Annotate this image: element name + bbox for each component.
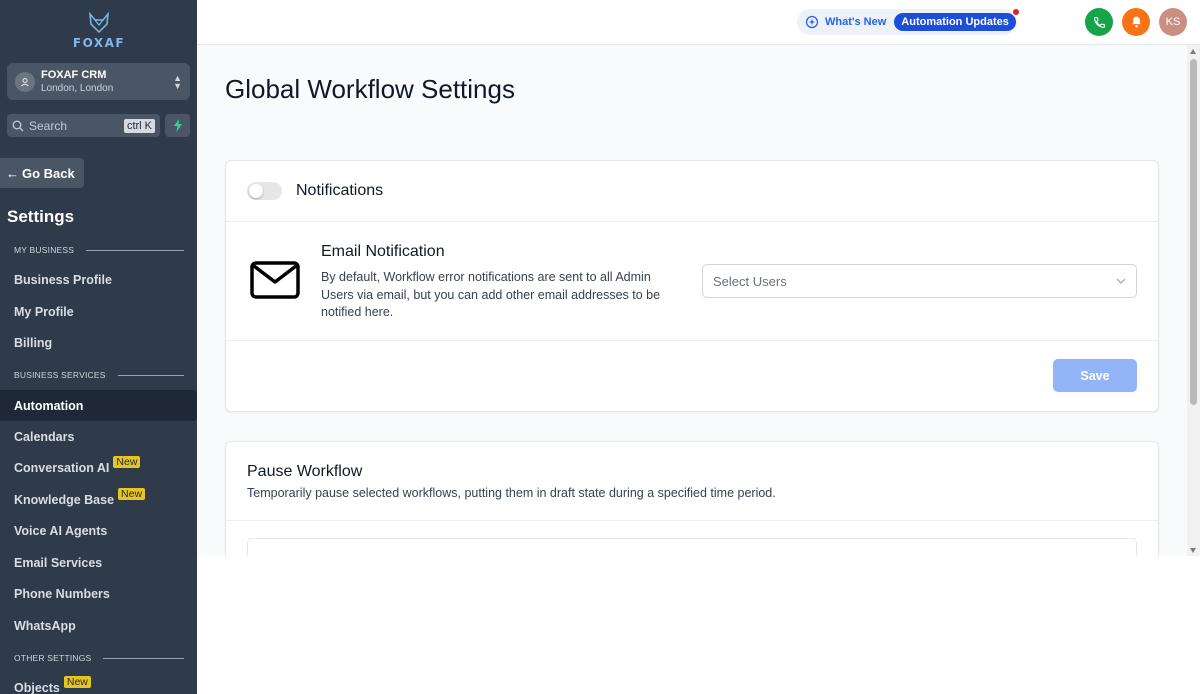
sidebar-item-email-services[interactable]: Email Services bbox=[0, 547, 197, 578]
pause-workflow-input-area[interactable] bbox=[247, 538, 1137, 556]
sidebar-title: Settings bbox=[7, 207, 75, 226]
search-icon bbox=[12, 120, 24, 131]
new-badge: New bbox=[63, 675, 91, 688]
section-label-business-services: BUSINESS SERVICES bbox=[14, 370, 184, 380]
brand-logo[interactable]: FOXAF bbox=[72, 12, 126, 50]
sidebar-item-business-profile[interactable]: Business Profile bbox=[0, 264, 197, 295]
account-name: FOXAF CRM bbox=[41, 68, 107, 81]
lightning-icon bbox=[173, 119, 182, 132]
go-back-button[interactable]: ← Go Back bbox=[0, 158, 84, 188]
sidebar-item-whatsapp[interactable]: WhatsApp bbox=[0, 610, 197, 641]
divider bbox=[226, 520, 1158, 521]
sparkle-icon bbox=[805, 15, 819, 29]
whats-new-label: What's New bbox=[825, 16, 887, 28]
phone-icon bbox=[1093, 16, 1105, 28]
sidebar-item-knowledge-base[interactable]: Knowledge Base New bbox=[0, 484, 197, 515]
notification-dot bbox=[1012, 9, 1019, 15]
notifications-card: Notifications Email Notification By defa… bbox=[225, 160, 1159, 412]
whats-new-button[interactable]: What's New Automation Updates bbox=[797, 9, 1019, 35]
fox-logo-icon bbox=[89, 12, 109, 34]
account-switcher[interactable]: FOXAF CRM London, London ▲ ▼ bbox=[7, 63, 190, 100]
search-box[interactable]: Search ctrl K bbox=[7, 114, 160, 137]
sidebar-item-automation[interactable]: Automation bbox=[0, 390, 197, 421]
top-bar: What's New Automation Updates KS bbox=[197, 0, 1200, 45]
select-users-dropdown[interactable]: Select Users bbox=[702, 264, 1137, 298]
sidebar: FOXAF FOXAF CRM London, London ▲ ▼ Search… bbox=[0, 0, 197, 694]
sidebar-item-conversation-ai[interactable]: Conversation AI New bbox=[0, 452, 197, 483]
search-shortcut: ctrl K bbox=[123, 118, 155, 133]
notifications-button[interactable] bbox=[1122, 8, 1150, 36]
save-button[interactable]: Save bbox=[1053, 359, 1137, 392]
mail-icon bbox=[250, 261, 300, 299]
sidebar-item-voice-ai-agents[interactable]: Voice AI Agents bbox=[0, 515, 197, 546]
scroll-up-icon[interactable] bbox=[1190, 49, 1196, 54]
divider bbox=[226, 340, 1158, 341]
account-location: London, London bbox=[41, 82, 114, 94]
main-content: Global Workflow Settings Notifications E… bbox=[197, 45, 1187, 556]
bell-icon bbox=[1131, 16, 1141, 28]
brand-logo-text: FOXAF bbox=[72, 36, 126, 50]
scroll-down-icon[interactable] bbox=[1190, 548, 1196, 553]
notifications-title: Notifications bbox=[296, 182, 384, 199]
email-notification-description: By default, Workflow error notifications… bbox=[321, 270, 661, 319]
sidebar-item-my-profile[interactable]: My Profile bbox=[0, 296, 197, 327]
email-notification-title: Email Notification bbox=[321, 243, 445, 260]
search-placeholder: Search bbox=[29, 118, 68, 133]
pause-workflow-description: Temporarily pause selected workflows, pu… bbox=[247, 486, 776, 500]
sidebar-item-phone-numbers[interactable]: Phone Numbers bbox=[0, 578, 197, 609]
new-badge: New bbox=[113, 455, 141, 468]
pause-workflow-card: Pause Workflow Temporarily pause selecte… bbox=[225, 441, 1159, 556]
new-badge: New bbox=[118, 487, 146, 500]
main-scrollbar[interactable] bbox=[1187, 45, 1200, 556]
automation-updates-label: Automation Updates bbox=[901, 16, 1009, 28]
section-label-other-settings: OTHER SETTINGS bbox=[14, 653, 184, 663]
blank-area bbox=[197, 556, 1200, 694]
pause-workflow-title: Pause Workflow bbox=[247, 463, 363, 480]
sidebar-item-objects[interactable]: Objects New bbox=[0, 672, 197, 694]
location-icon bbox=[15, 71, 35, 92]
sidebar-item-calendars[interactable]: Calendars bbox=[0, 421, 197, 452]
automation-updates-pill[interactable]: Automation Updates bbox=[894, 9, 1019, 31]
section-label-my-business: MY BUSINESS bbox=[14, 245, 184, 255]
user-avatar[interactable]: KS bbox=[1159, 8, 1187, 36]
chevron-updown-icon: ▲ ▼ bbox=[173, 72, 182, 91]
quick-actions-button[interactable] bbox=[165, 114, 190, 137]
arrow-left-icon: ← bbox=[6, 165, 19, 181]
notifications-toggle[interactable] bbox=[247, 182, 282, 200]
phone-button[interactable] bbox=[1085, 8, 1113, 36]
page-title: Global Workflow Settings bbox=[225, 74, 515, 104]
chevron-down-icon bbox=[1116, 278, 1126, 284]
select-users-placeholder: Select Users bbox=[713, 273, 787, 289]
scrollbar-thumb[interactable] bbox=[1190, 59, 1197, 405]
go-back-label: Go Back bbox=[22, 165, 75, 181]
sidebar-item-billing[interactable]: Billing bbox=[0, 327, 197, 358]
